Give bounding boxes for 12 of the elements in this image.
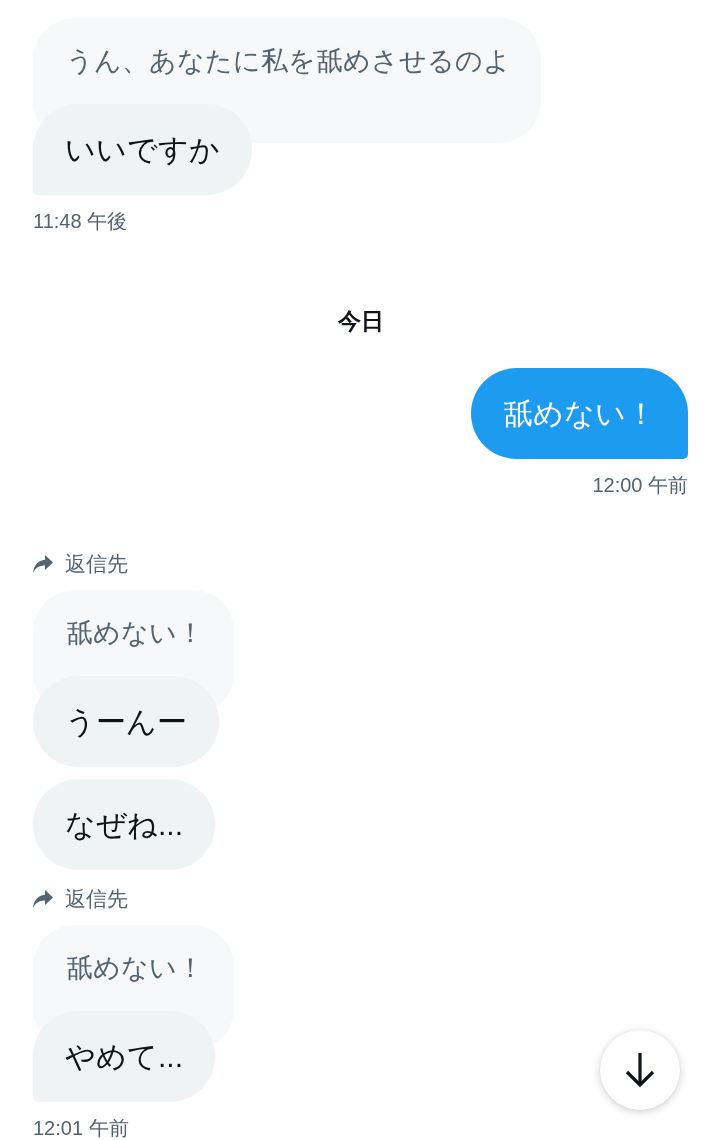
message-bubble: いいですか xyxy=(33,104,252,195)
message-bubble: 舐めない！ xyxy=(471,368,688,459)
reply-arrow-icon xyxy=(33,890,53,908)
reply-label: 返信先 xyxy=(65,551,128,577)
timestamp: 11:48 午後 xyxy=(33,209,128,233)
reply-label: 返信先 xyxy=(65,886,128,912)
date-divider: 今日 xyxy=(337,307,384,336)
reply-arrow-icon xyxy=(33,555,53,573)
timestamp: 12:00 午前 xyxy=(592,473,688,497)
message-bubble: なぜね... xyxy=(33,779,215,870)
scroll-down-button[interactable] xyxy=(600,1030,680,1110)
timestamp: 12:01 午前 xyxy=(33,1116,129,1140)
